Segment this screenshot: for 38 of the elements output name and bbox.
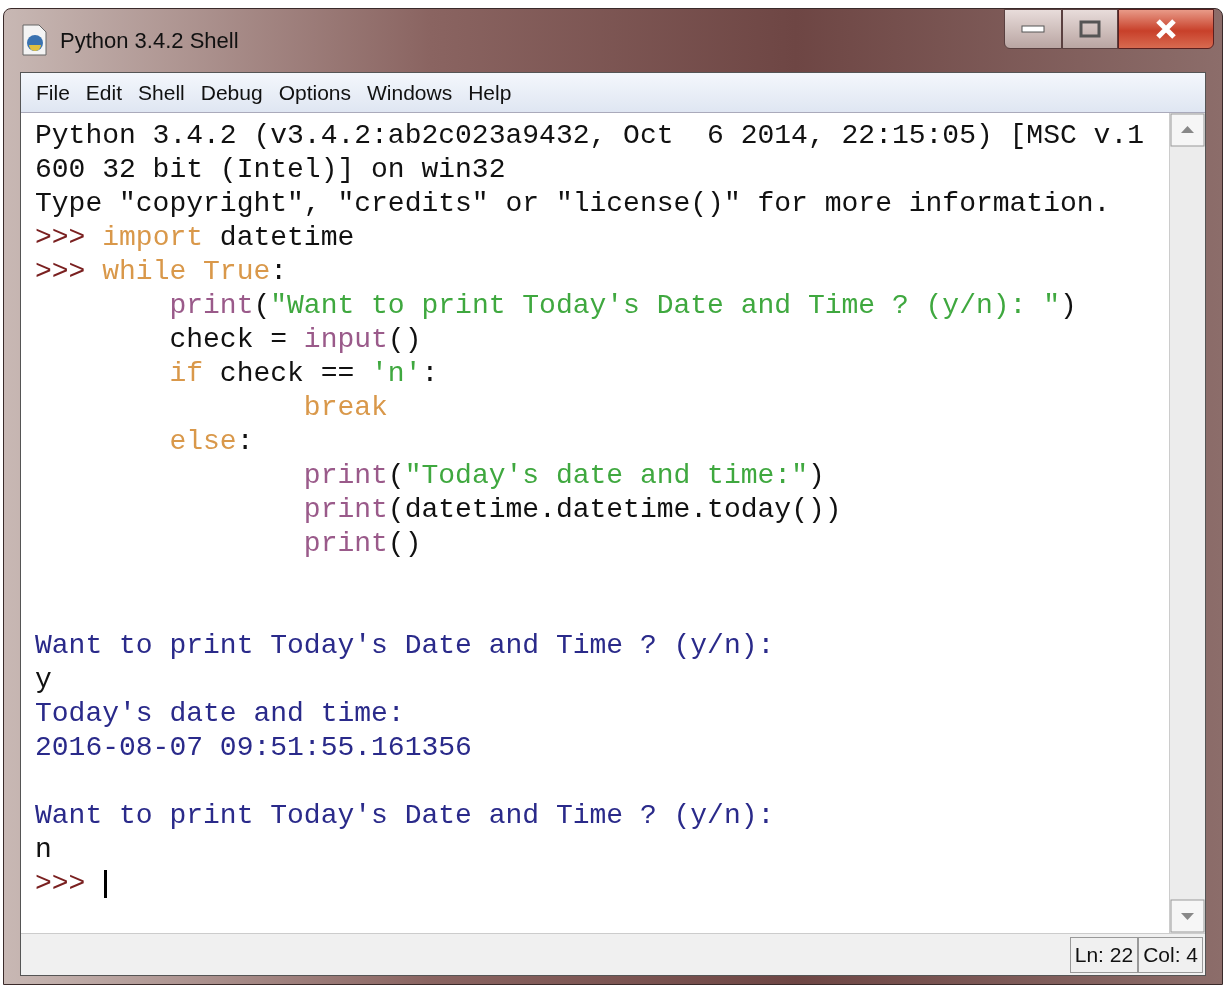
shell-line: check = input() — [168, 323, 422, 357]
shell-line: y — [35, 663, 52, 697]
maximize-button[interactable] — [1062, 9, 1118, 49]
menu-item[interactable]: Debug — [195, 78, 268, 107]
window-title: Python 3.4.2 Shell — [60, 26, 239, 55]
close-icon — [1155, 19, 1177, 39]
shell-line: print() — [302, 527, 422, 561]
menu-item[interactable]: File — [31, 78, 75, 107]
close-button[interactable] — [1118, 9, 1214, 49]
shell-line: Want to print Today's Date and Time ? (y/n): — [35, 799, 776, 833]
shell-line: print("Today's date and time:") — [302, 459, 825, 493]
shell-line: 2016-08-07 09:51:55.161356 — [35, 731, 472, 765]
shell-line: print("Want to print Today's Date and Time ? (y/n): ") — [168, 289, 1077, 323]
shell-line: print(datetime.datetime.today()) — [302, 493, 842, 527]
shell-line: if check == 'n': — [168, 357, 439, 391]
shell-line: Python 3.4.2 (v3.4.2:ab2c023a9432, Oct 6 2014, 22:15:05) [MSC v.1 — [35, 119, 1144, 153]
shell-line: >>> — [35, 867, 87, 901]
column-number: Col: 4 — [1138, 937, 1203, 973]
minimize-button[interactable] — [1004, 9, 1062, 49]
shell-line: 600 32 bit (Intel)] on win32 — [35, 153, 506, 187]
shell-line: break — [302, 391, 388, 425]
line-number: Ln: 22 — [1069, 937, 1139, 973]
minimize-icon — [1021, 25, 1045, 33]
maximize-icon — [1079, 20, 1101, 38]
shell-line: else: — [168, 425, 254, 459]
menu-item[interactable]: Windows — [362, 78, 458, 107]
menu-item[interactable]: Shell — [133, 78, 190, 107]
menu-item[interactable]: Help — [463, 78, 517, 107]
vertical-scrollbar[interactable] — [1169, 113, 1205, 933]
shell-line: n — [35, 833, 52, 867]
menu-item[interactable]: Options — [273, 78, 356, 107]
shell-line: Want to print Today's Date and Time ? (y/n): — [35, 629, 776, 663]
shell-line: >>> import datetime — [35, 221, 355, 255]
shell-line: Type "copyright", "credits" or "license()" for more information. — [35, 187, 1111, 221]
shell-line: Today's date and time: — [35, 697, 405, 731]
shell-line: >>> while True: — [35, 255, 288, 289]
menu-item[interactable]: Edit — [80, 78, 128, 107]
python-file-icon — [20, 23, 50, 57]
